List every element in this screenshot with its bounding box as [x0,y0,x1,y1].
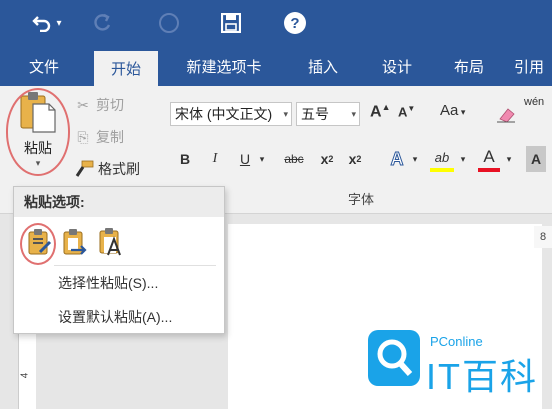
cut-label: 剪切 [96,97,124,113]
pconline-logo [368,330,420,386]
eraser-icon [497,108,515,123]
menu-separator [54,265,216,266]
font-color-button[interactable]: A [478,146,500,172]
format-painter-label: 格式刷 [98,161,140,177]
paste-options-menu: 粘贴选项: 选择性粘贴(S)... 设置默认粘贴(A)... [13,186,225,334]
redo-icon [94,13,111,31]
tab-home[interactable]: 开始 [94,51,158,86]
clear-format-button[interactable] [496,104,516,126]
subscript-digit: 2 [328,154,334,164]
font-name-value: 宋体 (中文正文) [175,106,273,122]
underline-button[interactable]: U [236,146,254,172]
tab-file[interactable]: 文件 [14,46,74,86]
horizontal-ruler-mark: 8 [534,226,552,248]
quick-access-toolbar: ▾ ? [0,0,552,46]
ruler-number: 4 [19,372,31,379]
highlight-dropdown-icon[interactable]: ▾ [458,146,468,172]
font-group-label: 字体 [348,192,375,207]
merge-formatting-icon [63,229,87,255]
format-painter-icon [75,160,94,177]
keep-text-only-button[interactable] [94,225,128,259]
keep-text-only-icon [99,228,121,256]
underline-dropdown-icon[interactable]: ▾ [256,146,268,172]
shrink-font-icon: A [398,104,408,120]
text-effects-button[interactable]: A [386,146,408,172]
undo-icon [32,16,51,32]
chevron-down-icon: ▾ [283,108,288,120]
help-button[interactable]: ? [280,0,310,46]
text-effects-dropdown-icon[interactable]: ▾ [410,146,420,172]
font-size-select[interactable]: 五号 ▾ [296,102,360,126]
grow-font-button[interactable]: A▲ [370,102,390,121]
phonetic-guide-button[interactable]: wén [524,96,544,108]
tab-design[interactable]: 设计 [368,46,426,86]
touch-mode-button[interactable] [154,0,184,46]
tab-insert[interactable]: 插入 [294,46,352,86]
change-case-icon: Aa [440,102,459,119]
paste-option-highlight-circle [20,223,56,265]
phonetic-guide-icon: wén [524,96,545,108]
character-shading-button[interactable]: A [526,146,546,172]
tab-references[interactable]: 引用 [514,46,552,86]
save-icon [221,13,241,33]
strikethrough-button[interactable]: abc [280,146,308,172]
paste-highlight-circle [6,88,70,176]
font-color-dropdown-icon[interactable]: ▾ [504,146,514,172]
bold-button[interactable]: B [176,146,194,172]
format-painter-button[interactable]: 格式刷 [74,156,140,182]
help-icon: ? [284,12,306,34]
font-name-select[interactable]: 宋体 (中文正文) ▾ [170,102,292,126]
tab-new-tab[interactable]: 新建选项卡 [172,46,276,86]
save-button[interactable] [216,0,246,46]
cut-button[interactable]: ✂ 剪切 [74,92,124,118]
copy-button[interactable]: ⎘ 复制 [74,124,124,150]
undo-dropdown-icon[interactable]: ▾ [56,18,61,29]
merge-formatting-button[interactable] [58,225,92,259]
superscript-digit: 2 [356,154,362,164]
scissors-icon: ✂ [77,96,89,113]
italic-button[interactable]: I [206,146,224,172]
undo-button[interactable]: ▾ [22,0,72,46]
subscript-button[interactable]: x2 [316,146,338,172]
paste-special-item[interactable]: 选择性粘贴(S)... [58,271,158,295]
watermark-brand: PConline [430,334,483,349]
copy-icon: ⎘ [77,128,89,145]
touch-icon [159,13,179,33]
set-default-paste-item[interactable]: 设置默认粘贴(A)... [58,305,172,329]
superscript-button[interactable]: x2 [344,146,366,172]
shrink-font-button[interactable]: A▼ [398,104,415,119]
highlight-button[interactable]: ab [430,146,454,172]
tab-layout[interactable]: 布局 [440,46,498,86]
paste-options-header: 粘贴选项: [14,187,224,217]
grow-font-icon: A [370,103,382,121]
ribbon-tabs: 文件 开始 新建选项卡 插入 设计 布局 引用 [0,46,552,86]
chevron-down-icon: ▾ [351,108,356,119]
superscript-base: x [348,151,357,167]
redo-button[interactable] [88,0,118,46]
copy-label: 复制 [96,129,124,145]
font-size-value: 五号 [301,106,329,122]
watermark-title: IT百科 [426,356,538,397]
subscript-base: x [320,151,329,167]
change-case-button[interactable]: Aa ▾ [440,102,465,119]
